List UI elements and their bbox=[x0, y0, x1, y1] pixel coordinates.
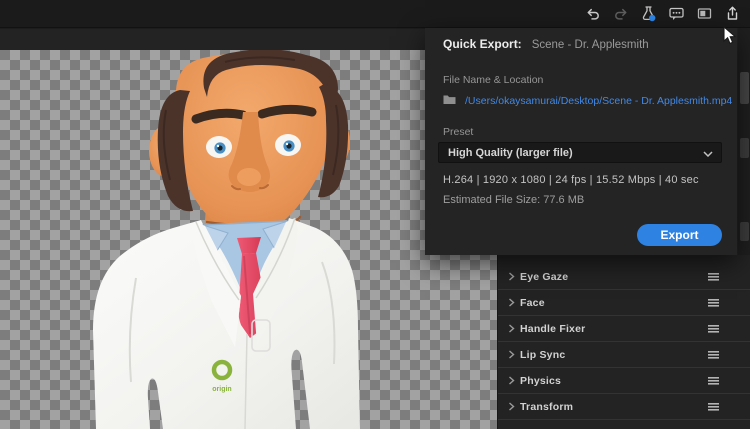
chevron-right-icon[interactable] bbox=[508, 272, 520, 281]
export-specs-text: H.264 | 1920 x 1080 | 24 fps | 15.52 Mbp… bbox=[443, 174, 699, 186]
behavior-row-transform[interactable]: Transform bbox=[498, 394, 750, 420]
behavior-label: Face bbox=[520, 296, 545, 309]
scrollbar-thumb[interactable] bbox=[740, 222, 749, 241]
behavior-menu-icon[interactable] bbox=[708, 324, 719, 333]
preset-dropdown[interactable]: High Quality (larger file) bbox=[438, 142, 722, 163]
character-illustration[interactable]: origin bbox=[0, 49, 497, 429]
behavior-label: Physics bbox=[520, 374, 562, 387]
comments-icon[interactable] bbox=[668, 5, 685, 22]
quick-export-title-label: Quick Export: bbox=[443, 37, 522, 51]
scene-viewport[interactable]: origin bbox=[0, 49, 497, 429]
preset-label: Preset bbox=[443, 126, 474, 138]
quick-export-scene-name: Scene - Dr. Applesmith bbox=[531, 39, 649, 51]
file-name-location-label: File Name & Location bbox=[443, 74, 544, 86]
chevron-right-icon[interactable] bbox=[508, 324, 520, 333]
top-toolbar bbox=[0, 0, 750, 28]
file-path-row: /Users/okaysamurai/Desktop/Scene - Dr. A… bbox=[443, 92, 732, 110]
folder-icon bbox=[443, 92, 456, 110]
estimated-file-size-text: Estimated File Size: 77.6 MB bbox=[443, 194, 585, 206]
scrollbar-thumb[interactable] bbox=[740, 138, 749, 158]
behavior-row-eye-gaze[interactable]: Eye Gaze bbox=[498, 264, 750, 290]
chevron-right-icon[interactable] bbox=[508, 402, 520, 411]
quick-export-title: Quick Export: Scene - Dr. Applesmith bbox=[443, 37, 649, 51]
chevron-right-icon[interactable] bbox=[508, 298, 520, 307]
behavior-list: Eye Gaze Face Handle Fixer Lip Sync Phys… bbox=[498, 264, 750, 420]
file-path-link[interactable]: /Users/okaysamurai/Desktop/Scene - Dr. A… bbox=[465, 95, 732, 107]
chevron-right-icon[interactable] bbox=[508, 350, 520, 359]
character-face bbox=[157, 49, 349, 237]
behavior-menu-icon[interactable] bbox=[708, 402, 719, 411]
experimental-flask-icon[interactable] bbox=[640, 5, 657, 22]
behavior-row-physics[interactable]: Physics bbox=[498, 368, 750, 394]
redo-icon[interactable] bbox=[612, 5, 629, 22]
export-button[interactable]: Export bbox=[637, 224, 722, 246]
panel-scrollbar[interactable] bbox=[738, 28, 750, 255]
export-share-icon[interactable] bbox=[724, 5, 741, 22]
behavior-menu-icon[interactable] bbox=[708, 376, 719, 385]
behavior-row-handle-fixer[interactable]: Handle Fixer bbox=[498, 316, 750, 342]
behavior-label: Handle Fixer bbox=[520, 322, 586, 335]
behavior-menu-icon[interactable] bbox=[708, 350, 719, 359]
scene-panel-header bbox=[0, 29, 497, 51]
undo-icon[interactable] bbox=[584, 5, 601, 22]
scrollbar-thumb[interactable] bbox=[740, 72, 749, 104]
behavior-menu-icon[interactable] bbox=[708, 272, 719, 281]
behavior-label: Transform bbox=[520, 400, 574, 413]
character-animator-window: origin Eye Gaze Face Handle Fixer Lip Sy… bbox=[0, 0, 750, 429]
behavior-label: Eye Gaze bbox=[520, 270, 569, 283]
behavior-row-lip-sync[interactable]: Lip Sync bbox=[498, 342, 750, 368]
svg-text:origin: origin bbox=[212, 386, 231, 393]
character-lab-coat: origin bbox=[93, 217, 360, 429]
chevron-down-icon bbox=[703, 144, 713, 162]
behavior-menu-icon[interactable] bbox=[708, 298, 719, 307]
chevron-right-icon[interactable] bbox=[508, 376, 520, 385]
behavior-row-face[interactable]: Face bbox=[498, 290, 750, 316]
panel-layout-icon[interactable] bbox=[696, 5, 713, 22]
preset-selected-value: High Quality (larger file) bbox=[448, 146, 573, 159]
behavior-label: Lip Sync bbox=[520, 348, 566, 361]
quick-export-popup: Quick Export: Scene - Dr. Applesmith File… bbox=[425, 28, 737, 255]
